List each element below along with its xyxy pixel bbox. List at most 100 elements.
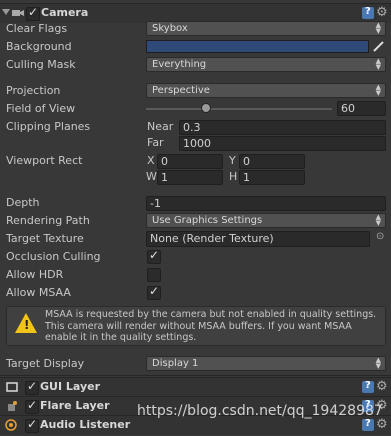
background-label: Background: [6, 40, 72, 53]
eyedropper-icon[interactable]: [372, 40, 385, 53]
viewport-x-field[interactable]: 0: [157, 154, 223, 169]
clear-flags-dropdown[interactable]: Skybox ▲ ▼: [146, 21, 386, 36]
dropdown-value: Everything: [152, 59, 207, 70]
rendering-path-label: Rendering Path: [6, 214, 90, 227]
clear-flags-row: Clear Flags Skybox ▲ ▼: [0, 20, 391, 38]
dropdown-arrows-icon: ▲ ▼: [375, 83, 381, 97]
dropdown-arrows-icon: ▲ ▼: [375, 213, 381, 227]
allow-msaa-label: Allow MSAA: [6, 286, 71, 299]
viewport-w-value: 1: [161, 171, 168, 184]
fov-slider-thumb[interactable]: [201, 103, 211, 113]
y-label: Y: [229, 154, 236, 167]
far-label: Far: [147, 136, 164, 149]
target-texture-row: Target Texture None (Render Texture) ⊙: [0, 230, 391, 248]
warning-exclamation: !: [24, 318, 30, 332]
watermark-text: https://blog.csdn.net/qq_19428987: [137, 403, 383, 419]
clear-flags-label: Clear Flags: [6, 22, 68, 35]
x-label: X: [147, 154, 155, 167]
gear-icon[interactable]: ⚙: [376, 417, 388, 432]
flare-layer-enabled-checkbox[interactable]: [25, 398, 39, 414]
viewport-y-field[interactable]: 0: [239, 154, 305, 169]
near-value: 0.3: [183, 121, 201, 134]
background-color-swatch[interactable]: [146, 40, 369, 53]
allow-msaa-checkbox[interactable]: [147, 284, 161, 300]
audio-listener-enabled-checkbox[interactable]: [25, 417, 39, 433]
viewport-rect-row: Viewport Rect X 0 Y 0 W 1 H 1: [0, 152, 391, 186]
depth-label: Depth: [6, 196, 40, 209]
gui-layer-enabled-checkbox[interactable]: [25, 379, 39, 395]
projection-label: Projection: [6, 84, 61, 97]
viewport-rect-label: Viewport Rect: [6, 154, 83, 167]
viewport-x-value: 0: [161, 155, 168, 168]
fov-value: 60: [341, 102, 355, 115]
component-title: Audio Listener: [40, 418, 131, 431]
clipping-planes-row: Clipping Planes Near 0.3 Far 1000: [0, 118, 391, 152]
background-row: Background: [0, 38, 391, 56]
projection-row: Projection Perspective ▲ ▼: [0, 82, 391, 100]
dropdown-value: Display 1: [152, 358, 199, 369]
dropdown-arrows-icon: ▲ ▼: [375, 356, 381, 370]
near-label: Near: [147, 120, 174, 133]
culling-mask-label: Culling Mask: [6, 58, 76, 71]
dropdown-value: Skybox: [152, 23, 188, 34]
fov-row: Field of View 60: [0, 100, 391, 118]
clipping-planes-label: Clipping Planes: [6, 120, 91, 133]
allow-hdr-label: Allow HDR: [6, 268, 64, 281]
target-texture-field[interactable]: None (Render Texture): [146, 231, 370, 247]
far-field[interactable]: 1000: [179, 136, 386, 151]
flare-layer-icon: [8, 401, 17, 411]
depth-field[interactable]: -1: [146, 196, 386, 211]
near-field[interactable]: 0.3: [179, 120, 386, 135]
viewport-h-field[interactable]: 1: [239, 170, 305, 185]
camera-enabled-checkbox[interactable]: [26, 5, 40, 21]
rendering-path-row: Rendering Path Use Graphics Settings ▲ ▼: [0, 212, 391, 230]
culling-mask-row: Culling Mask Everything ▲ ▼: [0, 56, 391, 74]
rendering-path-dropdown[interactable]: Use Graphics Settings ▲ ▼: [146, 213, 386, 228]
target-display-dropdown[interactable]: Display 1 ▲ ▼: [146, 356, 386, 371]
component-title: Flare Layer: [40, 399, 110, 412]
dropdown-arrows-icon: ▲ ▼: [375, 21, 381, 35]
viewport-w-field[interactable]: 1: [157, 170, 223, 185]
dropdown-value: Perspective: [152, 85, 210, 96]
target-display-row: Target Display Display 1 ▲ ▼: [0, 355, 391, 373]
warning-text: MSAA is requested by the camera but not …: [45, 309, 377, 343]
depth-row: Depth -1: [0, 194, 391, 212]
occlusion-culling-label: Occlusion Culling: [6, 250, 101, 263]
h-label: H: [229, 170, 238, 183]
target-texture-label: Target Texture: [6, 232, 84, 245]
dropdown-arrows-icon: ▲ ▼: [375, 57, 381, 71]
component-title: Camera: [41, 6, 89, 19]
viewport-h-value: 1: [243, 171, 250, 184]
culling-mask-dropdown[interactable]: Everything ▲ ▼: [146, 57, 386, 72]
fov-slider-track[interactable]: [146, 108, 332, 110]
far-value: 1000: [183, 137, 211, 150]
help-book-icon[interactable]: [362, 418, 374, 431]
gear-icon[interactable]: ⚙: [376, 379, 388, 394]
gear-icon[interactable]: ⚙: [376, 5, 388, 20]
divider: [0, 375, 391, 376]
foldout-arrow-icon[interactable]: [2, 9, 10, 15]
help-book-icon[interactable]: [362, 6, 374, 19]
target-display-label: Target Display: [6, 357, 85, 370]
fov-label: Field of View: [6, 102, 76, 115]
camera-icon: [12, 10, 24, 16]
allow-hdr-checkbox[interactable]: [147, 268, 161, 282]
fov-value-field[interactable]: 60: [337, 101, 386, 116]
gui-layer-icon: [6, 382, 18, 392]
allow-msaa-row: Allow MSAA: [0, 284, 391, 302]
w-label: W: [146, 170, 157, 183]
occlusion-culling-checkbox[interactable]: [147, 248, 161, 264]
target-texture-value: None (Render Texture): [150, 232, 274, 245]
allow-hdr-row: Allow HDR: [0, 266, 391, 284]
viewport-y-value: 0: [243, 155, 250, 168]
gui-layer-component-header[interactable]: GUI Layer ⚙: [0, 377, 391, 397]
projection-dropdown[interactable]: Perspective ▲ ▼: [146, 83, 386, 98]
help-book-icon[interactable]: [362, 380, 374, 393]
component-title: GUI Layer: [40, 380, 101, 393]
audio-listener-icon: [5, 419, 17, 431]
msaa-warning-box: ! MSAA is requested by the camera but no…: [6, 306, 386, 346]
dropdown-value: Use Graphics Settings: [152, 215, 263, 226]
occlusion-culling-row: Occlusion Culling: [0, 248, 391, 266]
depth-value: -1: [150, 197, 161, 210]
object-picker-icon[interactable]: ⊙: [376, 231, 384, 242]
